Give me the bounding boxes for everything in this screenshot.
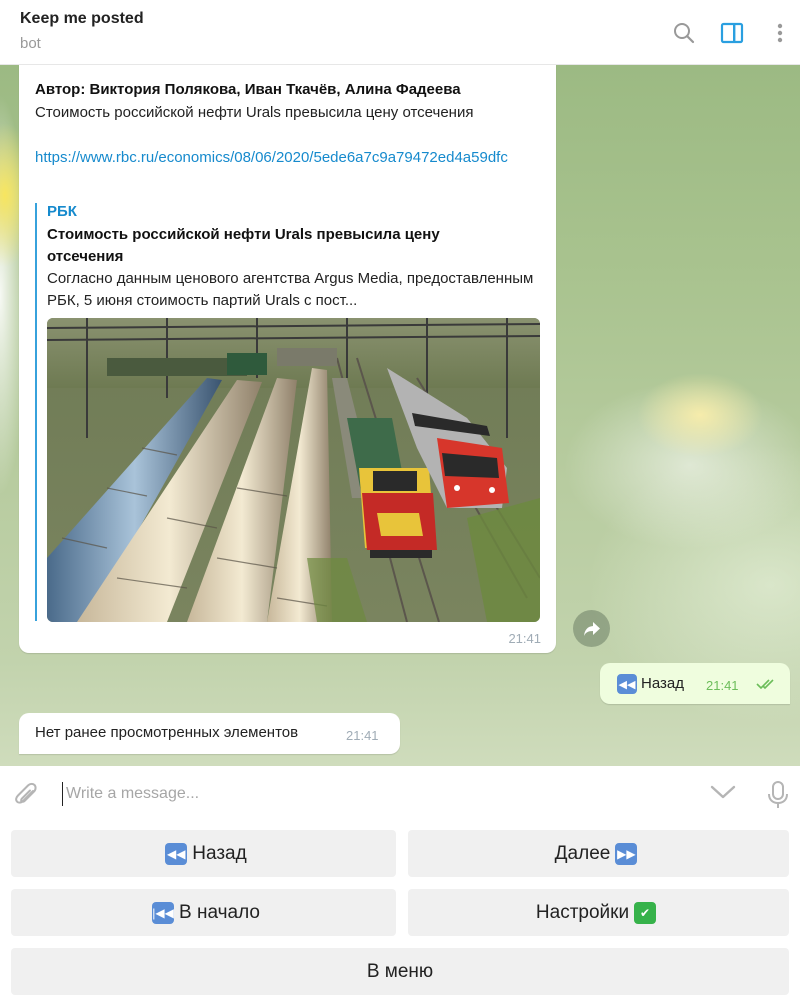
check-mark-emoji-icon: ✔ <box>634 901 657 924</box>
chevron-down-icon[interactable] <box>710 784 736 805</box>
message-time: 21:41 <box>346 728 379 743</box>
chat-history[interactable]: Автор: Виктория Полякова, Иван Ткачёв, А… <box>0 65 800 766</box>
rewind-emoji-icon: ◀◀ <box>617 674 637 694</box>
message-text: ◀◀ Назад <box>617 674 684 694</box>
to-start-button-label: В начало <box>179 901 260 923</box>
fast-forward-emoji-icon: ▶▶ <box>615 842 638 865</box>
attach-icon[interactable] <box>14 782 40 815</box>
settings-button-label: Настройки <box>535 901 630 923</box>
share-icon[interactable] <box>573 610 610 647</box>
double-check-icon <box>756 677 778 695</box>
message-author-line: Автор: Виктория Полякова, Иван Ткачёв, А… <box>35 81 461 98</box>
bot-keyboard: ◀◀ Назад Далее ▶▶ |◀◀ В начало Настройки ✔ В… <box>0 822 800 999</box>
incoming-message[interactable]: Автор: Виктория Полякова, Иван Ткачёв, А… <box>19 65 556 653</box>
message-text: Стоимость российской нефти Urals превыси… <box>35 104 474 121</box>
message-link[interactable]: https://www.rbc.ru/economics/08/06/2020/… <box>35 147 540 169</box>
to-start-button[interactable]: |◀◀ В начало <box>11 889 396 936</box>
menu-button-label: В меню <box>366 960 434 982</box>
sidebar-toggle-icon[interactable] <box>719 20 745 46</box>
next-button-label: Далее <box>554 842 611 864</box>
chat-title[interactable]: Keep me posted <box>20 10 144 28</box>
settings-button[interactable]: Настройки ✔ <box>408 889 789 936</box>
microphone-icon[interactable] <box>766 780 790 815</box>
link-preview-site: РБК <box>47 203 77 220</box>
message-input[interactable] <box>62 782 662 806</box>
back-button-label: Назад <box>192 842 247 864</box>
rewind-emoji-icon: ◀◀ <box>165 842 188 865</box>
compose-bar <box>0 766 800 822</box>
link-preview-image[interactable] <box>47 318 540 622</box>
menu-button[interactable]: В меню <box>11 948 789 995</box>
link-preview-description: Согласно данным ценового агентства Argus… <box>47 270 534 309</box>
link-preview-title: Стоимость российской нефти Urals превыси… <box>47 226 440 265</box>
link-preview-bar <box>35 203 37 621</box>
message-text: Нет ранее просмотренных элементов <box>35 724 299 741</box>
message-time: 21:41 <box>508 631 541 646</box>
back-button[interactable]: ◀◀ Назад <box>11 830 396 877</box>
next-button[interactable]: Далее ▶▶ <box>408 830 789 877</box>
more-vertical-icon[interactable] <box>767 20 793 46</box>
outgoing-message[interactable]: ◀◀ Назад 21:41 <box>600 663 790 704</box>
incoming-message[interactable]: Нет ранее просмотренных элементов 21:41 <box>19 713 400 754</box>
skip-back-emoji-icon: |◀◀ <box>152 901 175 924</box>
message-time: 21:41 <box>706 678 739 693</box>
search-icon[interactable] <box>671 20 697 46</box>
chat-header: Keep me posted bot <box>0 0 800 65</box>
chat-status: bot <box>20 35 41 52</box>
message-text-label: Назад <box>641 674 684 692</box>
